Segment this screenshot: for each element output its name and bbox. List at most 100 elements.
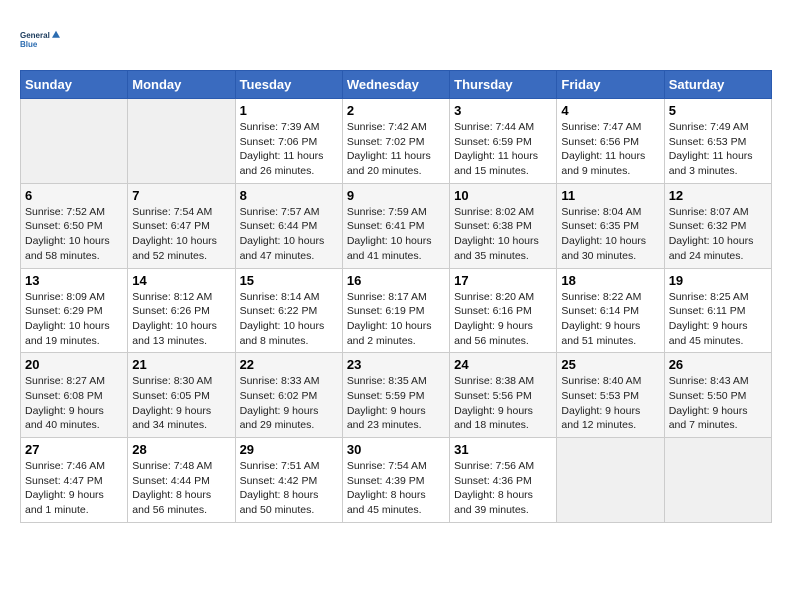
calendar-header-row: SundayMondayTuesdayWednesdayThursdayFrid… [21, 71, 772, 99]
cell-info: Sunrise: 8:27 AM Sunset: 6:08 PM Dayligh… [25, 374, 123, 433]
day-number: 11 [561, 188, 659, 203]
day-number: 22 [240, 357, 338, 372]
calendar-cell: 9Sunrise: 7:59 AM Sunset: 6:41 PM Daylig… [342, 183, 449, 268]
calendar-cell: 20 Sunrise: 8:27 AM Sunset: 6:08 PM Dayli… [21, 353, 128, 438]
day-number: 20 [25, 357, 123, 372]
cell-info: Sunrise: 8:30 AM Sunset: 6:05 PM Dayligh… [132, 374, 230, 433]
day-number: 3 [454, 103, 552, 118]
cell-info: Sunrise: 8:33 AM Sunset: 6:02 PM Dayligh… [240, 374, 338, 433]
cell-info: Sunrise: 8:02 AM Sunset: 6:38 PM Dayligh… [454, 205, 552, 264]
cell-info: Sunrise: 8:12 AM Sunset: 6:26 PM Dayligh… [132, 290, 230, 349]
day-number: 23 [347, 357, 445, 372]
cell-info: Sunrise: 7:42 AM Sunset: 7:02 PM Dayligh… [347, 120, 445, 179]
day-number: 4 [561, 103, 659, 118]
day-number: 30 [347, 442, 445, 457]
cell-info: Sunrise: 7:57 AM Sunset: 6:44 PM Dayligh… [240, 205, 338, 264]
cell-info: Sunrise: 7:51 AM Sunset: 4:42 PM Dayligh… [240, 459, 338, 518]
cell-info: Sunrise: 8:38 AM Sunset: 5:56 PM Dayligh… [454, 374, 552, 433]
day-number: 2 [347, 103, 445, 118]
day-number: 16 [347, 273, 445, 288]
logo: General Blue [20, 20, 60, 60]
calendar-cell: 11 Sunrise: 8:04 AM Sunset: 6:35 PM Dayli… [557, 183, 664, 268]
day-number: 6 [25, 188, 123, 203]
day-number: 31 [454, 442, 552, 457]
column-header-sunday: Sunday [21, 71, 128, 99]
calendar-cell: 30Sunrise: 7:54 AM Sunset: 4:39 PM Dayli… [342, 438, 449, 523]
column-header-monday: Monday [128, 71, 235, 99]
day-number: 25 [561, 357, 659, 372]
calendar-cell: 7 Sunrise: 7:54 AM Sunset: 6:47 PM Daylig… [128, 183, 235, 268]
cell-info: Sunrise: 8:20 AM Sunset: 6:16 PM Dayligh… [454, 290, 552, 349]
calendar-cell: 17 Sunrise: 8:20 AM Sunset: 6:16 PM Dayli… [450, 268, 557, 353]
calendar-cell: 12 Sunrise: 8:07 AM Sunset: 6:32 PM Dayli… [664, 183, 771, 268]
cell-info: Sunrise: 7:54 AM Sunset: 6:47 PM Dayligh… [132, 205, 230, 264]
day-number: 12 [669, 188, 767, 203]
cell-info: Sunrise: 7:44 AM Sunset: 6:59 PM Dayligh… [454, 120, 552, 179]
calendar-cell [21, 99, 128, 184]
day-number: 28 [132, 442, 230, 457]
cell-info: Sunrise: 7:47 AM Sunset: 6:56 PM Dayligh… [561, 120, 659, 179]
calendar-week-4: 20 Sunrise: 8:27 AM Sunset: 6:08 PM Dayli… [21, 353, 772, 438]
day-number: 17 [454, 273, 552, 288]
day-number: 27 [25, 442, 123, 457]
calendar-cell: 6 Sunrise: 7:52 AM Sunset: 6:50 PM Daylig… [21, 183, 128, 268]
day-number: 5 [669, 103, 767, 118]
day-number: 21 [132, 357, 230, 372]
day-number: 26 [669, 357, 767, 372]
calendar-cell [128, 99, 235, 184]
calendar-cell: 28 Sunrise: 7:48 AM Sunset: 4:44 PM Dayli… [128, 438, 235, 523]
calendar-week-2: 6 Sunrise: 7:52 AM Sunset: 6:50 PM Daylig… [21, 183, 772, 268]
day-number: 24 [454, 357, 552, 372]
cell-info: Sunrise: 8:04 AM Sunset: 6:35 PM Dayligh… [561, 205, 659, 264]
calendar-cell: 5 Sunrise: 7:49 AM Sunset: 6:53 PM Daylig… [664, 99, 771, 184]
calendar-week-1: 1Sunrise: 7:39 AM Sunset: 7:06 PM Daylig… [21, 99, 772, 184]
calendar-cell: 2 Sunrise: 7:42 AM Sunset: 7:02 PM Daylig… [342, 99, 449, 184]
calendar-week-3: 13Sunrise: 8:09 AM Sunset: 6:29 PM Dayli… [21, 268, 772, 353]
day-number: 10 [454, 188, 552, 203]
calendar-cell: 16 Sunrise: 8:17 AM Sunset: 6:19 PM Dayli… [342, 268, 449, 353]
calendar-cell [664, 438, 771, 523]
day-number: 1 [240, 103, 338, 118]
calendar-cell: 10 Sunrise: 8:02 AM Sunset: 6:38 PM Dayli… [450, 183, 557, 268]
calendar-cell: 27 Sunrise: 7:46 AM Sunset: 4:47 PM Dayli… [21, 438, 128, 523]
calendar-cell: 19Sunrise: 8:25 AM Sunset: 6:11 PM Dayli… [664, 268, 771, 353]
cell-info: Sunrise: 8:17 AM Sunset: 6:19 PM Dayligh… [347, 290, 445, 349]
calendar-cell: 25 Sunrise: 8:40 AM Sunset: 5:53 PM Dayli… [557, 353, 664, 438]
calendar-cell: 23Sunrise: 8:35 AM Sunset: 5:59 PM Dayli… [342, 353, 449, 438]
day-number: 8 [240, 188, 338, 203]
cell-info: Sunrise: 8:43 AM Sunset: 5:50 PM Dayligh… [669, 374, 767, 433]
calendar-cell: 13Sunrise: 8:09 AM Sunset: 6:29 PM Dayli… [21, 268, 128, 353]
cell-info: Sunrise: 8:22 AM Sunset: 6:14 PM Dayligh… [561, 290, 659, 349]
cell-info: Sunrise: 8:07 AM Sunset: 6:32 PM Dayligh… [669, 205, 767, 264]
day-number: 18 [561, 273, 659, 288]
day-number: 15 [240, 273, 338, 288]
column-header-saturday: Saturday [664, 71, 771, 99]
day-number: 14 [132, 273, 230, 288]
calendar-cell: 31 Sunrise: 7:56 AM Sunset: 4:36 PM Dayli… [450, 438, 557, 523]
cell-info: Sunrise: 7:48 AM Sunset: 4:44 PM Dayligh… [132, 459, 230, 518]
day-number: 29 [240, 442, 338, 457]
cell-info: Sunrise: 7:46 AM Sunset: 4:47 PM Dayligh… [25, 459, 123, 518]
calendar-cell: 4 Sunrise: 7:47 AM Sunset: 6:56 PM Daylig… [557, 99, 664, 184]
column-header-wednesday: Wednesday [342, 71, 449, 99]
column-header-friday: Friday [557, 71, 664, 99]
calendar-cell: 1Sunrise: 7:39 AM Sunset: 7:06 PM Daylig… [235, 99, 342, 184]
page-header: General Blue [20, 20, 772, 60]
calendar-cell: 18 Sunrise: 8:22 AM Sunset: 6:14 PM Dayli… [557, 268, 664, 353]
calendar-cell: 24 Sunrise: 8:38 AM Sunset: 5:56 PM Dayli… [450, 353, 557, 438]
column-header-tuesday: Tuesday [235, 71, 342, 99]
calendar-table: SundayMondayTuesdayWednesdayThursdayFrid… [20, 70, 772, 523]
calendar-cell: 22 Sunrise: 8:33 AM Sunset: 6:02 PM Dayli… [235, 353, 342, 438]
calendar-cell: 14 Sunrise: 8:12 AM Sunset: 6:26 PM Dayli… [128, 268, 235, 353]
cell-info: Sunrise: 8:14 AM Sunset: 6:22 PM Dayligh… [240, 290, 338, 349]
cell-info: Sunrise: 7:59 AM Sunset: 6:41 PM Dayligh… [347, 205, 445, 264]
calendar-cell: 3 Sunrise: 7:44 AM Sunset: 6:59 PM Daylig… [450, 99, 557, 184]
day-number: 7 [132, 188, 230, 203]
cell-info: Sunrise: 7:56 AM Sunset: 4:36 PM Dayligh… [454, 459, 552, 518]
cell-info: Sunrise: 8:40 AM Sunset: 5:53 PM Dayligh… [561, 374, 659, 433]
calendar-cell: 26 Sunrise: 8:43 AM Sunset: 5:50 PM Dayli… [664, 353, 771, 438]
cell-info: Sunrise: 7:52 AM Sunset: 6:50 PM Dayligh… [25, 205, 123, 264]
calendar-week-5: 27 Sunrise: 7:46 AM Sunset: 4:47 PM Dayli… [21, 438, 772, 523]
cell-info: Sunrise: 8:09 AM Sunset: 6:29 PM Dayligh… [25, 290, 123, 349]
cell-info: Sunrise: 7:49 AM Sunset: 6:53 PM Dayligh… [669, 120, 767, 179]
